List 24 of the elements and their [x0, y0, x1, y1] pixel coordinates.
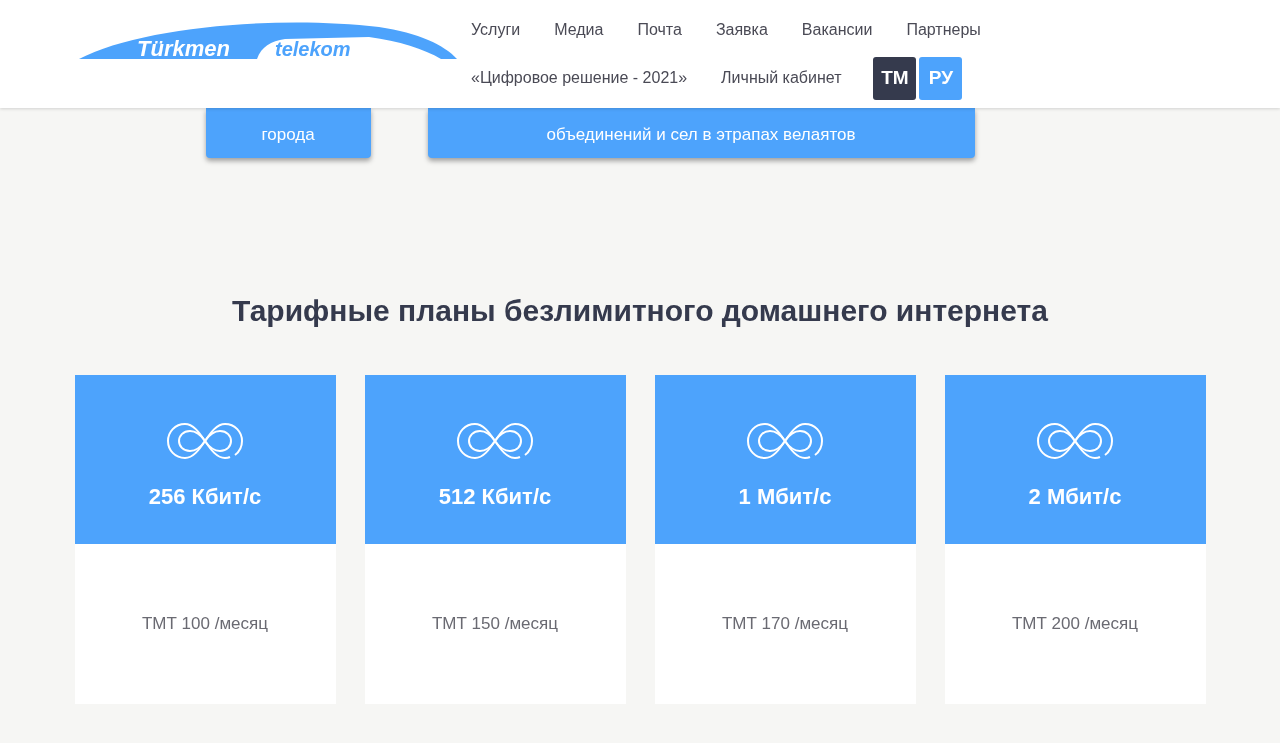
plan-price: ТМТ 100 /месяц [141, 614, 269, 634]
plan-speed: 512 Кбит/с [438, 484, 552, 510]
nav-link[interactable]: Заявка [715, 21, 768, 39]
plan-speed: 256 Кбит/с [148, 484, 262, 510]
plan-speed: 1 Мбит/с [738, 484, 832, 510]
plan-speed: 2 Мбит/с [1028, 484, 1122, 510]
nav-link[interactable]: Почта [637, 21, 682, 39]
nav-link[interactable]: Личный кабинет [721, 69, 842, 87]
plan-price: ТМТ 170 /месяц [721, 614, 849, 634]
nav-link[interactable]: Партнеры [906, 21, 981, 39]
logo-text: Türkmen [137, 36, 230, 61]
logo-text: telekom [275, 38, 351, 60]
infinity-icon [746, 420, 824, 462]
infinity-icon [166, 420, 244, 462]
plan-price: ТМТ 150 /месяц [431, 614, 559, 634]
nav-link[interactable]: Медиа [554, 21, 604, 39]
infinity-icon [456, 420, 534, 462]
nav-link[interactable]: «Цифровое решение - 2021» [471, 69, 688, 87]
infinity-icon [1036, 420, 1114, 462]
section-heading: Тарифные планы безлимитного домашнего интернета [232, 294, 1048, 328]
nav-link[interactable]: Услуги [471, 21, 521, 39]
plan-price: ТМТ 200 /месяц [1011, 614, 1139, 634]
nav-link[interactable]: Вакансии [801, 21, 873, 39]
language-button[interactable]: ТМ [873, 56, 917, 100]
